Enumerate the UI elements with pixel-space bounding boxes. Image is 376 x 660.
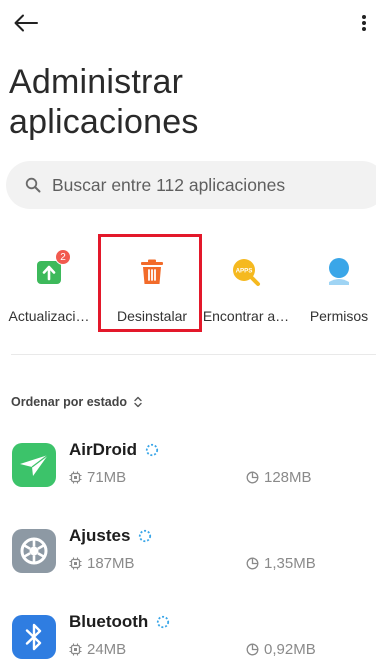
search-bar[interactable] [6, 161, 376, 209]
pie-chart-icon [246, 471, 259, 484]
storage-chip-icon [69, 557, 82, 570]
action-permissions[interactable]: Permisos [298, 242, 376, 332]
app-name: Bluetooth [69, 612, 170, 632]
app-name-text: Ajustes [69, 526, 131, 545]
app-list-item-ajustes[interactable]: Ajustes 187MB 1,35MB [0, 521, 376, 585]
storage-chip-icon [69, 643, 82, 656]
divider [11, 354, 376, 355]
pie-chart-icon [246, 557, 259, 570]
pie-chart-icon [246, 643, 259, 656]
airdroid-icon [12, 443, 56, 487]
search-input[interactable] [52, 174, 372, 196]
quick-actions: 2 Actualizaci… Desinstalar APPS Encontra… [0, 234, 376, 332]
app-cache-value: 1,35MB [264, 555, 316, 572]
action-label: Actualizaci… [8, 308, 90, 324]
action-label: Permisos [309, 308, 369, 324]
back-button[interactable] [10, 8, 42, 38]
search-icon [23, 175, 43, 195]
app-cache: 128MB [246, 469, 312, 486]
more-options-button[interactable] [354, 8, 374, 38]
trash-icon [134, 254, 170, 290]
page-title: Administrar aplicaciones [9, 63, 199, 141]
sort-label: Ordenar por estado [11, 395, 127, 409]
bluetooth-icon [12, 615, 56, 659]
action-uninstall[interactable]: Desinstalar [104, 242, 200, 332]
loading-spinner-icon [145, 443, 159, 457]
top-bar [0, 0, 376, 46]
app-cache-value: 128MB [264, 469, 312, 486]
sort-arrows-icon [133, 396, 143, 408]
app-size: 187MB [69, 555, 135, 572]
settings-gear-icon [12, 529, 56, 573]
app-size: 71MB [69, 469, 126, 486]
action-updates[interactable]: 2 Actualizaci… [0, 242, 98, 332]
update-count-badge: 2 [55, 249, 71, 265]
find-apps-icon: APPS [228, 254, 264, 290]
permissions-icon [321, 254, 357, 290]
app-size-value: 71MB [87, 469, 127, 486]
app-list-item-bluetooth[interactable]: Bluetooth 24MB 0,92MB [0, 607, 376, 660]
app-name: Ajustes [69, 526, 152, 546]
app-cache: 0,92MB [246, 641, 316, 658]
action-label: Encontrar a… [202, 308, 290, 324]
more-vertical-icon [362, 15, 366, 31]
app-size: 24MB [69, 641, 126, 658]
loading-spinner-icon [156, 615, 170, 629]
arrow-left-icon [14, 14, 38, 32]
app-size-value: 187MB [87, 555, 135, 572]
loading-spinner-icon [138, 529, 152, 543]
app-size-value: 24MB [87, 641, 127, 658]
app-list-item-airdroid[interactable]: AirDroid 71MB 128MB [0, 435, 376, 499]
app-name: AirDroid [69, 440, 159, 460]
action-find-apps[interactable]: APPS Encontrar a… [200, 242, 292, 332]
app-cache: 1,35MB [246, 555, 316, 572]
app-name-text: Bluetooth [69, 612, 149, 631]
action-label: Desinstalar [116, 308, 188, 324]
sort-selector[interactable]: Ordenar por estado [11, 395, 143, 409]
update-icon: 2 [31, 249, 71, 290]
find-apps-icon-text: APPS [236, 267, 253, 274]
app-name-text: AirDroid [69, 440, 137, 459]
app-cache-value: 0,92MB [264, 641, 316, 658]
storage-chip-icon [69, 471, 82, 484]
